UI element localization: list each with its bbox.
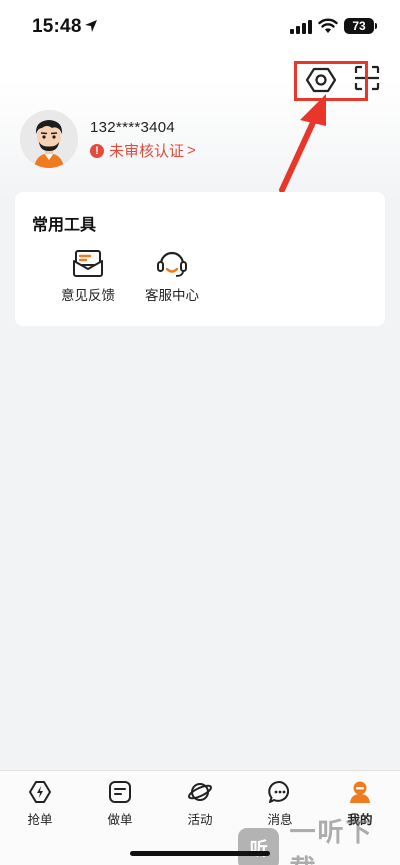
user-phone: 132****3404 — [90, 119, 176, 136]
verification-status-link[interactable]: ! 未审核认证 > — [90, 140, 196, 161]
watermark-text: 一听下载 — [289, 817, 374, 865]
tool-feedback-label: 意见反馈 — [61, 288, 115, 303]
user-avatar-icon — [20, 110, 78, 168]
home-indicator — [130, 851, 270, 856]
person-icon — [350, 781, 370, 803]
tab-work-order[interactable]: 做单 — [90, 779, 150, 828]
note-icon — [109, 781, 131, 803]
avatar[interactable] — [20, 110, 78, 168]
watermark-logo: 听 — [238, 828, 280, 865]
status-bar: 15:48 73 — [0, 0, 400, 50]
lightning-icon — [29, 781, 51, 803]
location-arrow-icon — [85, 20, 97, 32]
watermark: 听 一听下载 — [238, 812, 400, 865]
tab-grab-order[interactable]: 抢单 — [10, 779, 70, 828]
status-time: 15:48 — [32, 16, 82, 37]
feedback-icon — [73, 250, 103, 277]
chevron-right-icon: > — [187, 142, 196, 159]
tab-activity[interactable]: 活动 — [170, 779, 230, 828]
common-tools-title: 常用工具 — [32, 217, 97, 234]
tool-customer-service[interactable]: 客服中心 — [137, 248, 207, 304]
common-tools-card: 常用工具 意见反馈 客服中心 — [15, 192, 385, 326]
tab-grab-order-label: 抢单 — [27, 813, 53, 827]
warning-icon: ! — [90, 143, 104, 158]
annotation-arrow-icon — [279, 94, 326, 193]
battery-icon: 73 — [344, 18, 377, 34]
headset-icon — [157, 251, 187, 277]
tab-work-order-label: 做单 — [107, 813, 133, 827]
chat-icon — [268, 780, 290, 803]
verification-status-label: 未审核认证 — [109, 143, 185, 160]
tool-customer-service-label: 客服中心 — [145, 288, 199, 303]
tool-feedback[interactable]: 意见反馈 — [53, 248, 123, 304]
planet-icon — [187, 783, 213, 801]
cellular-signal-icon — [290, 20, 312, 34]
wifi-icon — [318, 18, 338, 33]
tab-activity-label: 活动 — [187, 813, 213, 827]
